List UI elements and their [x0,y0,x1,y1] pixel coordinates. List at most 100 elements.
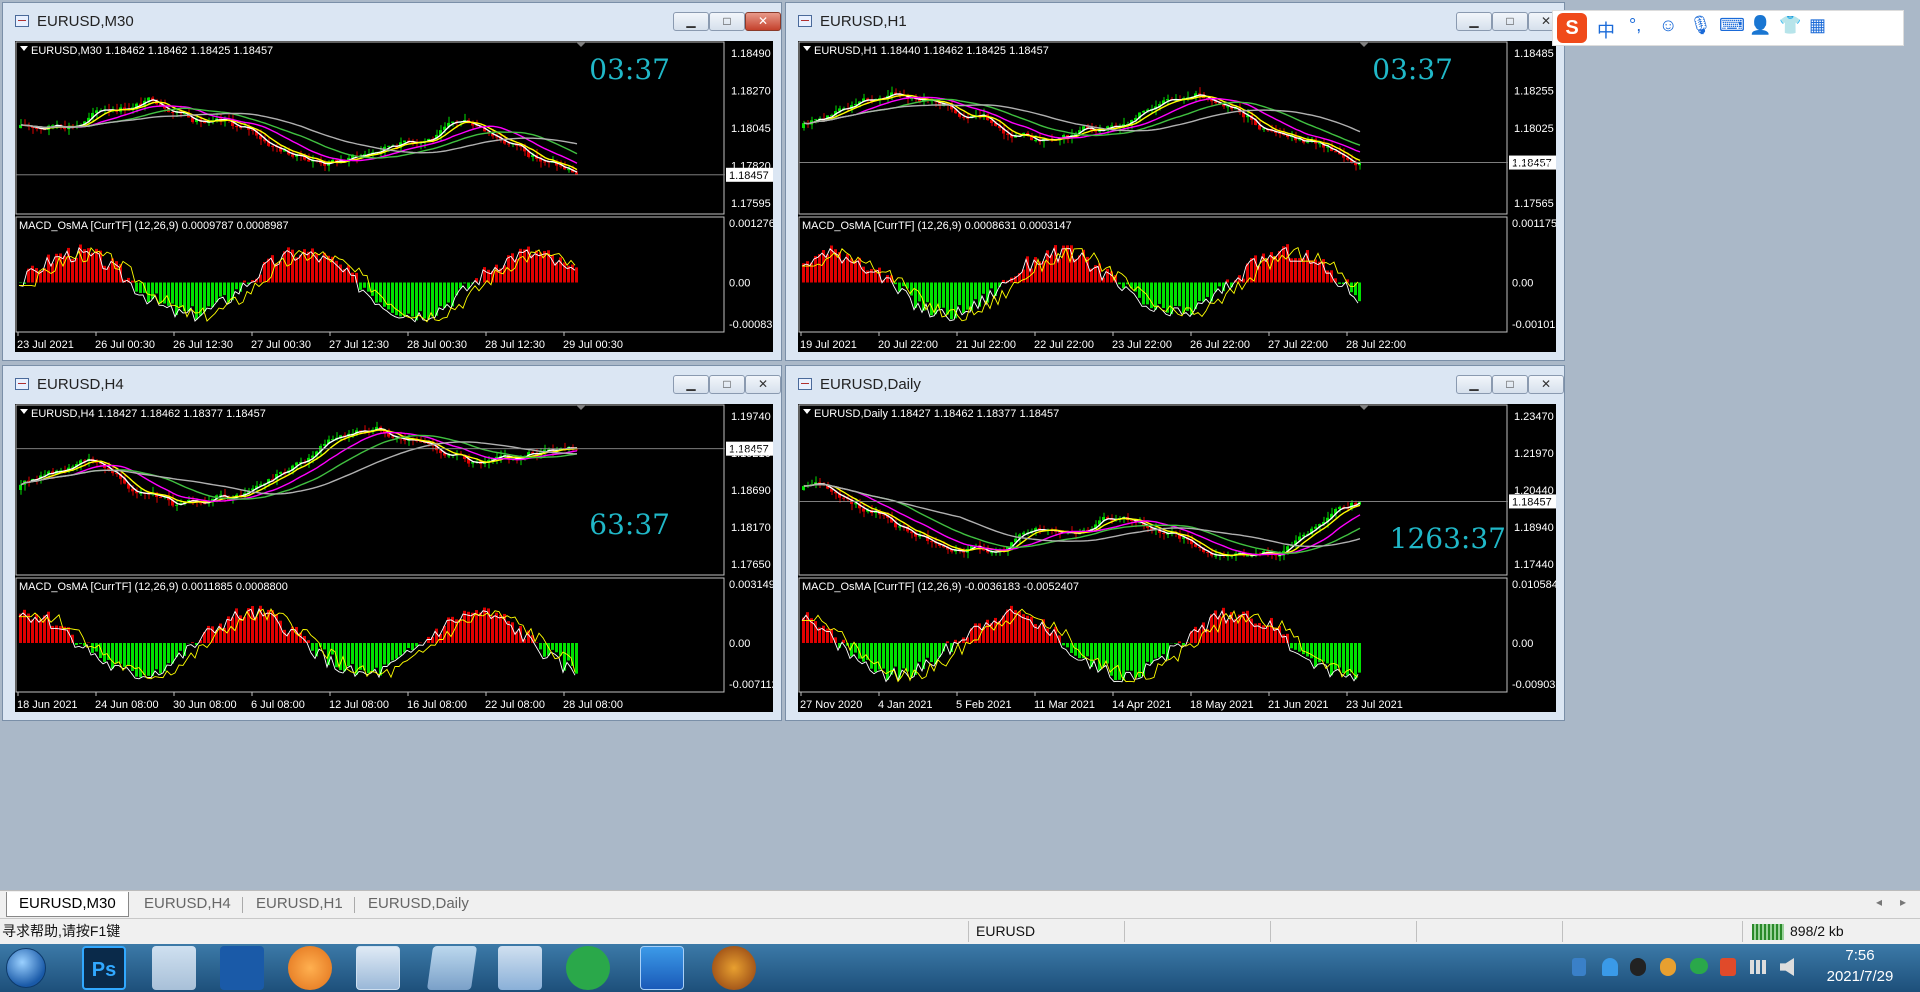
macd-bar [1058,258,1061,283]
chart-window-m30[interactable]: EURUSD,M30 ▁ □ ✕ 1.18457 EURUSD,M30 1.184… [2,2,782,361]
close-button[interactable]: ✕ [1528,375,1564,394]
tab-scroll-left-icon[interactable]: ◂ [1876,895,1882,909]
candles [802,476,1361,562]
files-icon[interactable] [426,946,478,990]
macd-axis-label: 0.00 [1512,638,1533,650]
tray-wechat-icon[interactable] [1690,958,1708,974]
price-axis-label: 1.18255 [1514,86,1554,98]
chart-menu-triangle-icon [20,46,28,51]
macd-bar [263,612,266,643]
macd-axis-label: 0.0031496 [729,579,773,591]
tray-app-icon[interactable] [1660,958,1676,976]
minimize-button[interactable]: ▁ [673,12,709,31]
mdi-workspace: EURUSD,M30 ▁ □ ✕ 1.18457 EURUSD,M30 1.184… [0,0,1920,890]
date-axis-label: 21 Jun 2021 [1268,699,1329,711]
tray-bluetooth-icon[interactable] [1572,958,1586,976]
maximize-button[interactable]: □ [1492,375,1528,394]
macd-bar [415,282,418,321]
sogou-logo-icon[interactable]: S [1557,13,1587,43]
tray-lang-icon[interactable] [1720,958,1736,976]
tab-eurusd-h4[interactable]: EURUSD,H4 [132,892,243,916]
macd-bar [139,282,142,293]
chart-window-daily[interactable]: EURUSD,Daily ▁ □ ✕ 1.18457 EURUSD,Daily 1… [785,365,1565,721]
price-axis-label: 1.18170 [731,522,771,534]
feishu-icon[interactable] [220,946,264,990]
macd-bar [1114,643,1117,681]
tray-network-icon[interactable] [1750,960,1766,974]
macd-bar [151,282,154,299]
chart-area[interactable]: 1.18457 EURUSD,H1 1.18440 1.18462 1.18425… [798,41,1556,352]
ime-toolbar[interactable]: S 中 °, ☺ 🎙 ⌨ 👤 👕 ▦ [1552,10,1904,46]
macd-bar [171,282,174,304]
tray-volume-icon[interactable] [1780,958,1794,976]
title-bar[interactable]: EURUSD,M30 ▁ □ ✕ [3,3,781,39]
macd-bar [111,643,114,669]
close-button[interactable]: ✕ [745,375,781,394]
tray-security-icon[interactable] [1602,958,1618,976]
minimize-button[interactable]: ▁ [673,375,709,394]
punctuation-icon[interactable]: °, [1629,15,1641,36]
game-icon[interactable] [712,946,756,990]
date-axis-label: 22 Jul 08:00 [485,699,545,711]
moving-average-line [803,482,1361,557]
macd-bar [519,248,522,283]
macd-bar [1142,282,1145,305]
title-bar[interactable]: EURUSD,H4 ▁ □ ✕ [3,366,781,402]
minimize-button[interactable]: ▁ [1456,375,1492,394]
chart-area[interactable]: 1.18457 EURUSD,Daily 1.18427 1.18462 1.18… [798,404,1556,712]
macd-bar [1126,643,1129,671]
start-button[interactable] [6,948,46,988]
skin-icon[interactable]: 👕 [1779,15,1801,36]
emoji-icon[interactable]: ☺ [1659,15,1677,36]
close-button[interactable]: ✕ [745,12,781,31]
candle-body [1278,555,1281,557]
macd-bar [1150,643,1153,664]
chart-area[interactable]: 1.18457 EURUSD,H4 1.18427 1.18462 1.18377… [15,404,773,712]
tab-scroll-right-icon[interactable]: ▸ [1900,895,1906,909]
clock-date[interactable]: 2021/7/29 [1808,968,1912,985]
maximize-button[interactable]: □ [709,12,745,31]
phone-icon[interactable] [640,946,684,990]
macd-bar [1146,643,1149,662]
photoshop-icon[interactable]: Ps [82,946,126,990]
bar-timer: 03:37 [589,53,670,86]
chart-info-text: EURUSD,H4 1.18427 1.18462 1.18377 1.1845… [31,408,266,420]
macd-bar [211,282,214,308]
maximize-button[interactable]: □ [709,375,745,394]
title-bar[interactable]: EURUSD,H1 ▁ □ ✕ [786,3,1564,39]
macd-bar [379,282,382,303]
wechat-icon[interactable] [566,946,610,990]
contacts-icon[interactable] [356,946,400,990]
macd-bar [922,643,925,670]
minimize-button[interactable]: ▁ [1456,12,1492,31]
keyboard-icon[interactable]: ⌨ [1719,15,1745,36]
user-icon[interactable]: 👤 [1749,15,1771,36]
tab-eurusd-h1[interactable]: EURUSD,H1 [244,892,355,916]
ime-mode-label[interactable]: 中 [1597,17,1615,43]
tray-qq-icon[interactable] [1630,958,1646,976]
tab-eurusd-daily[interactable]: EURUSD,Daily [356,892,481,916]
maps-icon[interactable] [498,946,542,990]
title-bar[interactable]: EURUSD,Daily ▁ □ ✕ [786,366,1564,402]
candle-body [391,436,394,438]
macd-bar [407,282,410,314]
macd-bar [91,252,94,283]
price-axis-label: 1.23470 [1514,411,1554,423]
chart-window-icon [15,378,29,390]
macd-bar [814,255,817,283]
macd-bar [1198,282,1201,301]
microphone-icon[interactable]: 🎙 [1689,15,1712,36]
browser-icon[interactable] [288,946,332,990]
tab-eurusd-m30[interactable]: EURUSD,M30 [6,892,129,917]
macd-info-text: MACD_OsMA [CurrTF] (12,26,9) -0.0036183 … [802,581,1079,593]
clock-time[interactable]: 7:56 [1808,947,1912,964]
toolbox-icon[interactable]: ▦ [1809,15,1826,36]
date-axis-label: 24 Jun 08:00 [95,699,159,711]
notepad-icon[interactable] [152,946,196,990]
macd-bar [255,616,258,643]
chart-window-h4[interactable]: EURUSD,H4 ▁ □ ✕ 1.18457 EURUSD,H4 1.18427… [2,365,782,721]
macd-bar [135,282,138,292]
chart-area[interactable]: 1.18457 EURUSD,M30 1.18462 1.18462 1.1842… [15,41,773,352]
chart-window-h1[interactable]: EURUSD,H1 ▁ □ ✕ 1.18457 EURUSD,H1 1.18440… [785,2,1565,361]
maximize-button[interactable]: □ [1492,12,1528,31]
